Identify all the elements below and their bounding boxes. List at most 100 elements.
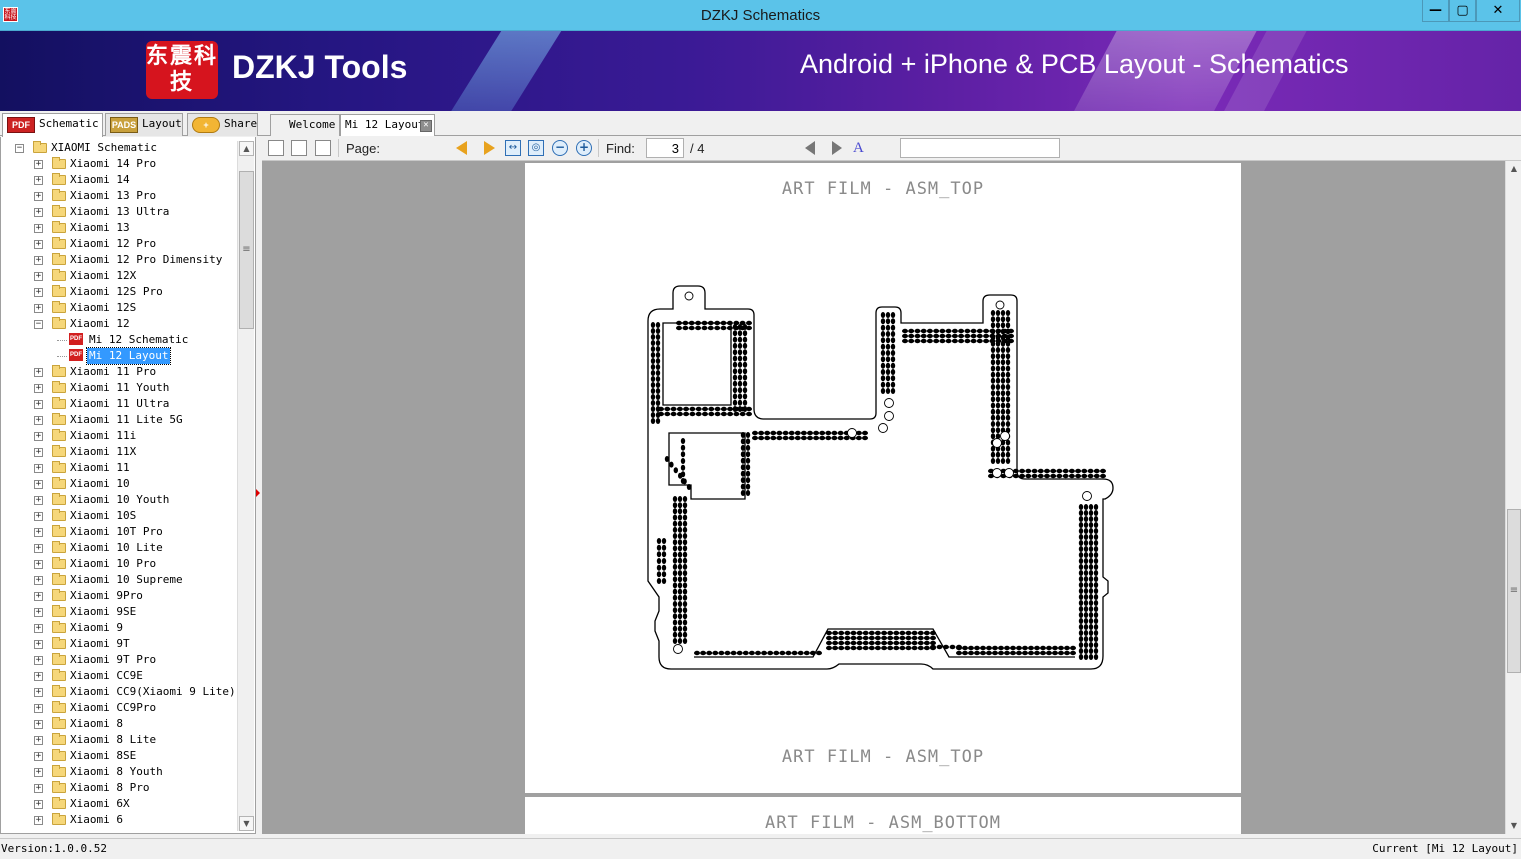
tree-item[interactable]: + Xiaomi 11 Youth <box>1 380 237 396</box>
zoom-out-icon[interactable]: − <box>552 140 568 156</box>
expand-icon[interactable]: + <box>34 528 43 537</box>
tab-mi-12-layout[interactable]: Mi 12 Layout ✕ <box>340 114 435 137</box>
expand-icon[interactable]: + <box>34 272 43 281</box>
minimize-button[interactable]: — <box>1422 0 1449 22</box>
tree-item[interactable]: + Xiaomi 11i <box>1 428 237 444</box>
fit-page-icon[interactable]: ◎ <box>528 140 544 156</box>
fit-width-icon[interactable]: ↔ <box>505 140 521 156</box>
tree-item[interactable]: + Xiaomi CC9E <box>1 668 237 684</box>
close-button[interactable]: ✕ <box>1476 0 1520 22</box>
collapse-icon[interactable]: − <box>34 320 43 329</box>
tree-item[interactable]: + Xiaomi 12X <box>1 268 237 284</box>
expand-icon[interactable]: + <box>34 400 43 409</box>
tab-welcome[interactable]: Welcome <box>270 114 340 136</box>
tree-item[interactable]: + Xiaomi 9T Pro <box>1 652 237 668</box>
scroll-up-arrow-icon[interactable]: ▲ <box>239 141 254 156</box>
expand-icon[interactable]: + <box>34 656 43 665</box>
tree-item[interactable]: + Xiaomi 8 <box>1 716 237 732</box>
expand-icon[interactable]: + <box>34 704 43 713</box>
tab-schematic[interactable]: PDF Schematic <box>2 113 103 137</box>
tree-item[interactable]: + Xiaomi 13 <box>1 220 237 236</box>
tree-item[interactable]: + Xiaomi CC9(Xiaomi 9 Lite) <box>1 684 237 700</box>
tree-item[interactable]: + Xiaomi 10S <box>1 508 237 524</box>
tree-item[interactable]: + Xiaomi 13 Ultra <box>1 204 237 220</box>
tree-item[interactable]: + Xiaomi 8 Lite <box>1 732 237 748</box>
expand-icon[interactable]: + <box>34 592 43 601</box>
tree-scrollbar[interactable]: ▲ ≡ ▼ <box>237 141 254 831</box>
tree-item[interactable]: + Xiaomi 11 Pro <box>1 364 237 380</box>
expand-icon[interactable]: + <box>34 480 43 489</box>
expand-icon[interactable]: + <box>34 768 43 777</box>
expand-icon[interactable]: + <box>34 192 43 201</box>
document-viewer[interactable]: ART FILM - ASM_TOP ART FILM - ASM_TOP AR… <box>262 161 1505 834</box>
tree-item[interactable]: + Xiaomi 13 Pro <box>1 188 237 204</box>
tree-item[interactable]: + Xiaomi 8 Pro <box>1 780 237 796</box>
scroll-down-arrow-icon[interactable]: ▼ <box>1506 818 1521 834</box>
expand-icon[interactable]: + <box>34 256 43 265</box>
expand-icon[interactable]: + <box>34 208 43 217</box>
scroll-thumb[interactable]: ≡ <box>239 171 254 329</box>
tree-item[interactable]: + Xiaomi 14 <box>1 172 237 188</box>
tree-item[interactable]: + Xiaomi 11 <box>1 460 237 476</box>
tree-item[interactable]: + Xiaomi 12 Pro Dimensity <box>1 252 237 268</box>
viewer-scrollbar[interactable]: ▲ ≡ ▼ <box>1505 161 1521 834</box>
tree-item[interactable]: + Xiaomi 12S <box>1 300 237 316</box>
continuous-page-icon[interactable] <box>291 140 307 156</box>
tree-item[interactable]: + Xiaomi 10 Youth <box>1 492 237 508</box>
tree-file-item[interactable]: PDF Mi 12 Schematic <box>1 332 237 348</box>
tree-item[interactable]: + Xiaomi CC9Pro <box>1 700 237 716</box>
tree-item[interactable]: + Xiaomi 10T Pro <box>1 524 237 540</box>
tree-item[interactable]: + Xiaomi 10 Lite <box>1 540 237 556</box>
tree-item[interactable]: + Xiaomi 9Pro <box>1 588 237 604</box>
expand-icon[interactable]: + <box>34 688 43 697</box>
expand-icon[interactable]: + <box>34 224 43 233</box>
expand-icon[interactable]: + <box>34 640 43 649</box>
expand-icon[interactable]: + <box>34 608 43 617</box>
scroll-thumb[interactable]: ≡ <box>1507 509 1521 673</box>
expand-icon[interactable]: + <box>34 160 43 169</box>
find-input[interactable] <box>900 138 1060 158</box>
find-previous-icon[interactable] <box>805 141 815 155</box>
facing-pages-icon[interactable] <box>315 140 331 156</box>
tab-share[interactable]: + Share <box>187 113 258 136</box>
tree-item[interactable]: + Xiaomi 8 Youth <box>1 764 237 780</box>
tree-item[interactable]: + Xiaomi 9SE <box>1 604 237 620</box>
close-tab-icon[interactable]: ✕ <box>420 120 432 132</box>
expand-icon[interactable]: + <box>34 176 43 185</box>
next-page-icon[interactable] <box>484 141 495 155</box>
tree-root[interactable]: − XIAOMI Schematic <box>1 140 237 156</box>
scroll-down-arrow-icon[interactable]: ▼ <box>239 816 254 831</box>
expand-icon[interactable]: + <box>34 368 43 377</box>
expand-icon[interactable]: + <box>34 304 43 313</box>
tree-item[interactable]: + Xiaomi 11 Ultra <box>1 396 237 412</box>
tree-file-item[interactable]: PDF Mi 12 Layout <box>1 347 237 365</box>
expand-icon[interactable]: + <box>34 448 43 457</box>
tree-item[interactable]: + Xiaomi 9T <box>1 636 237 652</box>
tree-item[interactable]: − Xiaomi 12 <box>1 316 237 332</box>
expand-icon[interactable]: + <box>34 464 43 473</box>
expand-icon[interactable]: + <box>34 784 43 793</box>
previous-page-icon[interactable] <box>456 141 467 155</box>
tree-item[interactable]: + Xiaomi 10 Supreme <box>1 572 237 588</box>
page-number-input[interactable] <box>646 138 684 158</box>
tree-item[interactable]: + Xiaomi 8SE <box>1 748 237 764</box>
tree-item[interactable]: + Xiaomi 9 <box>1 620 237 636</box>
collapse-arrow-icon[interactable] <box>256 489 260 497</box>
expand-icon[interactable]: + <box>34 736 43 745</box>
expand-icon[interactable]: + <box>34 512 43 521</box>
expand-icon[interactable]: + <box>34 240 43 249</box>
expand-icon[interactable]: + <box>34 560 43 569</box>
maximize-button[interactable]: ▢ <box>1449 0 1476 22</box>
expand-icon[interactable]: + <box>34 672 43 681</box>
tree-item[interactable]: + Xiaomi 12 Pro <box>1 236 237 252</box>
expand-icon[interactable]: + <box>34 544 43 553</box>
expand-icon[interactable]: + <box>34 752 43 761</box>
tree-item[interactable]: + Xiaomi 10 Pro <box>1 556 237 572</box>
expand-icon[interactable]: + <box>34 720 43 729</box>
scroll-up-arrow-icon[interactable]: ▲ <box>1506 161 1521 177</box>
expand-icon[interactable]: + <box>34 576 43 585</box>
expand-icon[interactable]: + <box>34 624 43 633</box>
highlight-all-icon[interactable]: A <box>853 140 869 156</box>
tree-item[interactable]: + Xiaomi 10 <box>1 476 237 492</box>
tree-item[interactable]: + Xiaomi 6X <box>1 796 237 812</box>
